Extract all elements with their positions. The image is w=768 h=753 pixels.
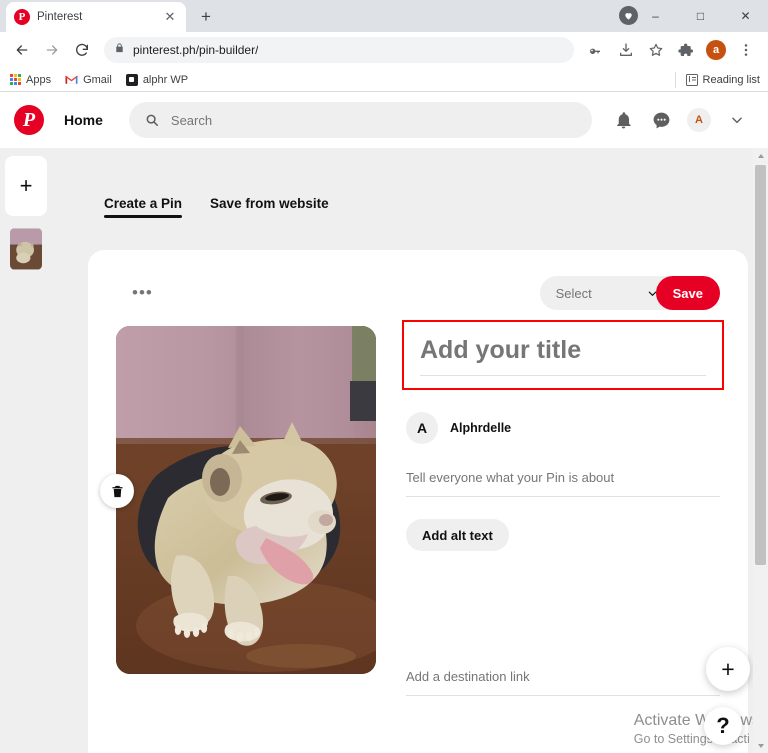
title-field-highlight: Add your title (402, 320, 724, 390)
avatar-initial: A (687, 108, 711, 132)
account-avatar[interactable]: A (682, 103, 716, 137)
bookmark-star-icon[interactable] (642, 36, 670, 64)
pin-builder-area: + Create a Pin Save from website ••• Sel… (0, 148, 768, 753)
key-icon[interactable] (582, 36, 610, 64)
bookmark-gmail[interactable]: Gmail (65, 74, 112, 86)
pin-author[interactable]: A Alphrdelle (406, 412, 720, 444)
delete-image-button[interactable] (100, 474, 134, 508)
search-icon (146, 114, 158, 127)
tab-title: Pinterest (37, 11, 83, 23)
header-actions: A (606, 103, 754, 137)
save-button[interactable]: Save (655, 276, 720, 310)
board-select-value: Select (555, 285, 592, 301)
description-input[interactable]: Tell everyone what your Pin is about (406, 470, 720, 496)
scrollbar-thumb[interactable] (755, 165, 766, 565)
pin-builder-card: ••• Select Save Add your title A Alphrde… (88, 250, 748, 753)
page-viewport: P Home Search A + Create a Pin Save from… (0, 92, 768, 753)
wordpress-icon (125, 73, 138, 86)
page-scrollbar[interactable] (753, 148, 768, 753)
create-fab-button[interactable]: + (706, 647, 750, 691)
add-pin-button[interactable]: + (5, 156, 47, 216)
tab-create-a-pin[interactable]: Create a Pin (104, 196, 183, 218)
add-alt-text-button[interactable]: Add alt text (406, 519, 509, 551)
minimize-button[interactable]: – (633, 0, 678, 32)
bookmark-apps[interactable]: Apps (10, 74, 51, 86)
builder-main-column: Create a Pin Save from website ••• Selec… (52, 148, 768, 753)
scroll-down-arrow[interactable] (753, 738, 768, 753)
chevron-down-icon[interactable] (720, 103, 754, 137)
window-close-button[interactable]: ✕ (723, 0, 768, 32)
apps-grid-icon (10, 74, 21, 85)
pinterest-header: P Home Search A (0, 92, 768, 148)
reading-list-label: Reading list (702, 73, 760, 86)
card-body: Add your title A Alphrdelle Tell everyon… (100, 320, 724, 696)
profile-initial: a (706, 40, 726, 60)
author-avatar: A (406, 412, 438, 444)
tab-strip: P Pinterest ✕ + – □ ✕ (0, 0, 768, 32)
search-placeholder: Search (170, 112, 213, 128)
trash-icon (112, 485, 122, 497)
bookmarks-bar: Apps Gmail alphr WP Reading list (0, 68, 768, 92)
author-name: Alphrdelle (450, 421, 512, 435)
browser-window: P Pinterest ✕ + – □ ✕ pinterest.ph/pin-b… (0, 0, 768, 753)
save-controls: Select Save (539, 276, 720, 310)
bookmark-label: alphr WP (142, 73, 189, 86)
pin-image[interactable] (116, 326, 376, 674)
back-icon[interactable] (8, 36, 36, 64)
tab-save-from-website[interactable]: Save from website (210, 196, 329, 218)
board-select[interactable]: Select (539, 276, 670, 310)
bell-icon[interactable] (606, 103, 640, 137)
help-fab-button[interactable]: ? (704, 707, 742, 745)
maximize-button[interactable]: □ (678, 0, 723, 32)
new-tab-button[interactable]: + (192, 3, 220, 31)
pin-draft-thumbnail[interactable] (8, 226, 44, 272)
browser-tab-pinterest[interactable]: P Pinterest ✕ (6, 2, 186, 32)
description-field[interactable]: Tell everyone what your Pin is about (406, 470, 720, 497)
reload-icon[interactable] (68, 36, 96, 64)
reading-list-icon (685, 73, 698, 86)
extensions-puzzle-icon[interactable] (672, 36, 700, 64)
scroll-up-arrow[interactable] (753, 148, 768, 163)
pinterest-logo[interactable]: P (14, 105, 44, 135)
gmail-icon (65, 75, 78, 85)
pin-media (100, 326, 376, 674)
title-input[interactable]: Add your title (420, 336, 706, 375)
bookmark-label: Apps (26, 73, 52, 86)
title-underline (420, 375, 706, 376)
forward-icon[interactable] (38, 36, 66, 64)
lock-icon (114, 41, 125, 59)
url-text: pinterest.ph/pin-builder/ (133, 43, 259, 57)
three-dot-menu-icon[interactable] (732, 36, 760, 64)
bookmark-alphr-wp[interactable]: alphr WP (125, 73, 189, 86)
search-input[interactable]: Search (128, 102, 592, 138)
browser-toolbar: pinterest.ph/pin-builder/ a (0, 32, 768, 68)
profile-avatar[interactable]: a (702, 36, 730, 64)
left-rail: + (0, 148, 52, 753)
pinterest-icon: P (14, 9, 30, 25)
pin-fields: Add your title A Alphrdelle Tell everyon… (402, 320, 724, 696)
bookmark-label: Gmail (83, 73, 112, 86)
destination-link-field[interactable]: Add a destination link (406, 669, 720, 696)
close-icon[interactable]: ✕ (162, 9, 178, 25)
builder-tabs: Create a Pin Save from website (52, 148, 768, 218)
destination-link-input[interactable]: Add a destination link (406, 669, 720, 695)
chat-bubble-icon[interactable] (644, 103, 678, 137)
window-controls: – □ ✕ (633, 0, 768, 32)
reading-list-button[interactable]: Reading list (674, 71, 760, 88)
more-options-icon[interactable]: ••• (116, 284, 153, 301)
description-underline (406, 496, 720, 497)
destination-underline (406, 695, 720, 696)
nav-home[interactable]: Home (50, 103, 117, 137)
card-toolbar: ••• Select Save (116, 276, 720, 310)
install-app-icon[interactable] (612, 36, 640, 64)
address-bar[interactable]: pinterest.ph/pin-builder/ (104, 37, 574, 63)
